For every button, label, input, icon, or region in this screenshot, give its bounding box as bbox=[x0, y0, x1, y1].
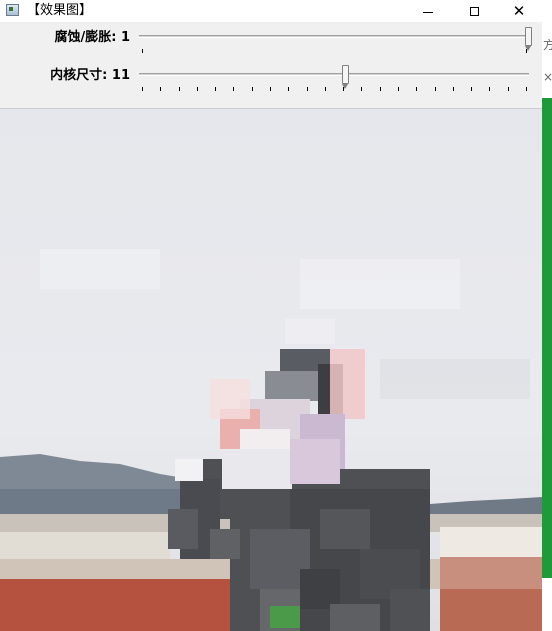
trackbar-tick bbox=[196, 87, 198, 91]
trackbar-tick bbox=[489, 87, 491, 91]
trackbar-tick bbox=[215, 87, 217, 91]
trackbar-tick bbox=[251, 87, 253, 91]
trackbar-tick bbox=[452, 87, 454, 91]
trackbar-erode-dilate-label: 腐蚀/膨胀: 1 bbox=[54, 30, 130, 45]
trackbar-tick bbox=[379, 87, 381, 91]
trackbar-tick bbox=[288, 87, 290, 91]
close-icon: ✕ bbox=[512, 1, 526, 20]
trackbar-tick bbox=[507, 87, 509, 91]
trackbar-tick bbox=[526, 87, 527, 91]
trackbar-tick bbox=[324, 87, 326, 91]
trackbar-tick bbox=[434, 87, 436, 91]
trackbar-tick bbox=[306, 87, 308, 91]
trackbar-tick bbox=[142, 49, 143, 53]
trackbar-kernel-size: 内核尺寸: 11 bbox=[0, 60, 542, 96]
trackbar-tick bbox=[233, 87, 235, 91]
edge-close-char: × bbox=[543, 70, 552, 84]
minimize-icon bbox=[423, 11, 433, 13]
title-bar[interactable]: 【效果图】 ✕ bbox=[0, 0, 542, 22]
trackbar-tick bbox=[178, 87, 180, 91]
trackbar-tick bbox=[471, 87, 473, 91]
app-window-icon bbox=[6, 4, 19, 16]
trackbar-tick bbox=[361, 87, 363, 91]
processed-image bbox=[0, 108, 542, 631]
processed-image-canvas bbox=[0, 109, 542, 631]
trackbar-tick bbox=[343, 87, 345, 91]
edge-char: 方 bbox=[543, 38, 552, 52]
background-window-edge: 方 × bbox=[542, 0, 552, 631]
trackbar-tick bbox=[398, 87, 399, 91]
trackbar-erode-dilate: 腐蚀/膨胀: 1 bbox=[0, 22, 542, 58]
trackbar-erode-dilate-track[interactable] bbox=[139, 35, 529, 38]
effect-window: 【效果图】 ✕ 腐蚀/膨胀: 1 内核尺寸: 11 bbox=[0, 0, 542, 631]
trackbar-kernel-size-track[interactable] bbox=[139, 73, 529, 76]
trackbar-tick bbox=[526, 49, 527, 53]
background-window-green-bar bbox=[542, 98, 552, 578]
trackbar-tick bbox=[270, 87, 271, 91]
trackbar-erode-dilate-thumb[interactable] bbox=[525, 27, 532, 51]
close-button[interactable]: ✕ bbox=[496, 0, 542, 22]
window-title: 【效果图】 bbox=[27, 3, 93, 18]
minimize-button[interactable] bbox=[405, 0, 451, 22]
trackbar-tick bbox=[142, 87, 143, 91]
trackbar-kernel-size-label: 内核尺寸: 11 bbox=[50, 68, 130, 83]
maximize-icon bbox=[469, 6, 479, 16]
maximize-button[interactable] bbox=[451, 0, 497, 22]
trackbar-kernel-size-thumb[interactable] bbox=[342, 65, 349, 89]
trackbar-tick bbox=[160, 87, 162, 91]
trackbar-tick bbox=[416, 87, 418, 91]
